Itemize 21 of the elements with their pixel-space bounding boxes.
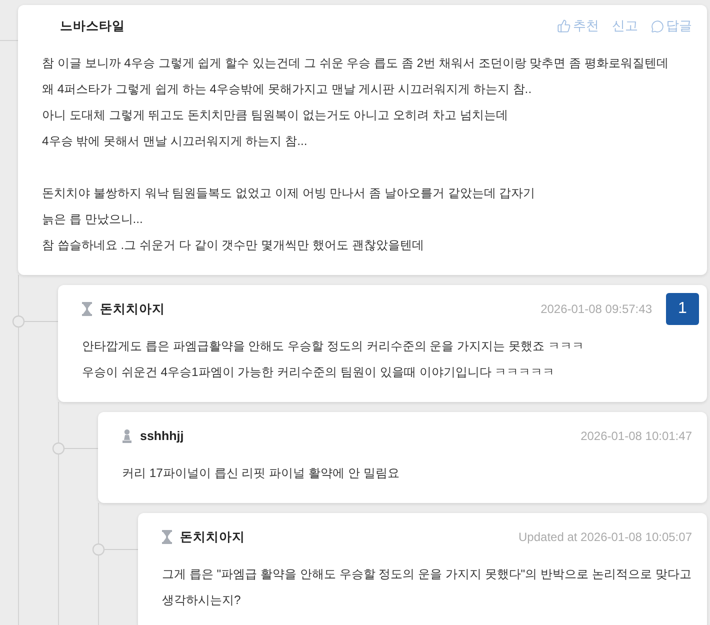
comment-time: 2026-01-08 10:01:47	[580, 428, 692, 445]
comment-text: 그게 릅은 "파엠급 활약을 안해도 우승할 정도의 운을 가지지 못했다"의 반박으로 논리적으로 맞다고 생각하시는지?	[162, 566, 692, 609]
author-name: 돈치치아지	[180, 528, 245, 546]
count-badge: 1	[666, 293, 699, 325]
comment-time: Updated at 2026-01-08 10:05:07	[518, 529, 692, 546]
hourglass-icon	[82, 302, 92, 316]
thumbs-up-icon	[557, 19, 571, 33]
report-button[interactable]: 신고	[612, 16, 638, 36]
reply-button[interactable]: 답글	[651, 16, 692, 36]
hourglass-icon	[162, 530, 172, 544]
speech-bubble-icon	[651, 20, 664, 32]
author-name: sshhhjj	[140, 428, 184, 445]
comment-text: 돈치치야 불쌍하지 워낙 팀원들복도 없었고 이제 어빙 만나서 좀 날아오를거 같았는데 갑자기 늙은 릅 만났으니... 참 씁슬하네요 .그 쉬운거 다 같이 갯수만 몇개씩만 했어도 괜찮았을텐데	[42, 185, 536, 254]
author-name: 돈치치아지	[100, 300, 165, 318]
comment-text: 안타깝게도 릅은 파엠급활약을 안해도 우승할 정도의 커리수준의 운을 가지지는 못했죠 ㅋㅋㅋ 우승이 쉬운건 4우승1파엠이 가능한 커리수준의 팀원이 있을때 이야기입니다 ㅋㅋㅋㅋㅋ	[82, 338, 585, 381]
comment-text: 커리 17파이널이 릅신 리핏 파이널 활약에 안 밀림요	[122, 465, 400, 482]
recommend-button[interactable]: 추천	[557, 16, 599, 36]
author-name: 느바스타일	[60, 18, 125, 35]
comment-time: 2026-01-08 09:57:43	[540, 301, 652, 318]
pawn-icon	[122, 429, 132, 443]
comment-text: 참 이글 보니까 4우승 그렇게 쉽게 할수 있는건데 그 쉬운 우승 릅도 좀 2번 채워서 조던이랑 맞추면 좀 평화로워질텐데 왜 4퍼스타가 그렇게 쉽게 하는 4우승밖에 못해가지고 맨날 게시판 시끄러워지게 하는지 참.. 아니 도대체 그렇게 뛰고도 돈치치만큼 팀원복이 없는거도 아니고 오히려 차고 넘치는데 4우승 밖에 못해서 맨날 시끄러워지게 하는지 참...	[42, 55, 670, 150]
